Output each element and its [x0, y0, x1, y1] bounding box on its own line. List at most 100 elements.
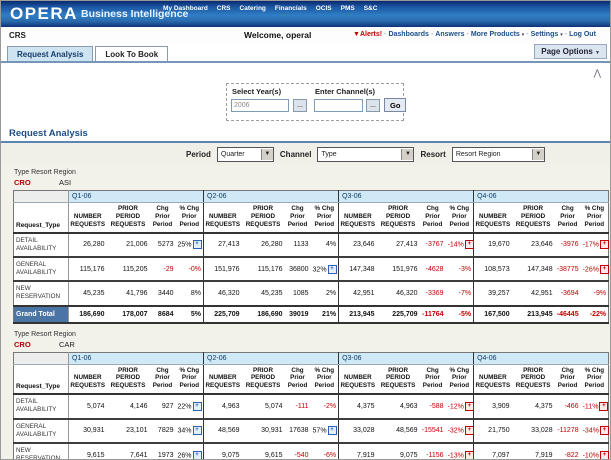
expand-plus-icon[interactable]: +: [600, 451, 609, 460]
expand-plus-icon[interactable]: +: [600, 240, 609, 249]
expand-plus-icon[interactable]: +: [465, 426, 474, 435]
channel-entry-label: Enter Channel(s): [315, 87, 375, 96]
header-link-settings[interactable]: Settings: [531, 31, 559, 38]
metric-value: -11%+: [581, 394, 609, 418]
measure-header: % Chg Prior Period: [581, 364, 609, 394]
grand-total-value: 213,945: [339, 306, 377, 323]
request-type-cell: GENERAL AVAILABILITY: [14, 257, 69, 281]
metric-value: -3767: [420, 233, 446, 257]
measure-header: NUMBER REQUESTS: [474, 364, 512, 394]
header-link-answers[interactable]: Answers: [435, 31, 464, 38]
expand-plus-icon[interactable]: +: [600, 426, 609, 435]
metric-value: 26%+: [176, 443, 204, 460]
header-link-log-out[interactable]: Log Out: [569, 31, 596, 38]
expand-plus-icon[interactable]: +: [193, 240, 202, 249]
expand-plus-icon[interactable]: +: [328, 265, 337, 274]
period-select-value: Quarter: [221, 151, 245, 158]
metric-value: -7%: [446, 281, 474, 305]
link-separator: -: [526, 31, 528, 38]
metric-value: 9,075: [377, 443, 420, 460]
expand-plus-icon[interactable]: +: [328, 426, 337, 435]
expand-plus-icon[interactable]: +: [600, 265, 609, 274]
metric-value: 9,075: [204, 443, 242, 460]
quarter-header: Q1-06: [69, 352, 204, 364]
quarter-header: Q1-06: [69, 191, 204, 203]
year-input[interactable]: [231, 99, 289, 112]
metric-value: 7,919: [339, 443, 377, 460]
expand-plus-icon[interactable]: +: [465, 240, 474, 249]
region-name: CAR: [59, 340, 75, 349]
metric-value: -29: [150, 257, 176, 281]
grand-total-value: 178,007: [107, 306, 150, 323]
metric-value: -17%+: [581, 233, 609, 257]
header-link-dashboards[interactable]: Dashboards: [388, 31, 428, 38]
resort-label: Resort: [420, 150, 445, 159]
grand-total-value: -22%: [581, 306, 609, 323]
expand-plus-icon[interactable]: +: [193, 426, 202, 435]
table-row: GENERAL AVAILABILITY30,93123,101782934%+…: [14, 419, 609, 443]
region-row: CROASI: [14, 178, 608, 187]
grand-total-value: -11764: [420, 306, 446, 323]
nav-item-catering[interactable]: Catering: [240, 5, 266, 12]
measure-header: % Chg Prior Period: [176, 203, 204, 233]
metric-value: 4,963: [204, 394, 242, 418]
metric-value: -3%: [446, 257, 474, 281]
filter-panel: Select Year(s) ... Enter Channel(s) ... …: [226, 83, 404, 121]
go-button[interactable]: Go: [384, 98, 406, 112]
channel-picker-button[interactable]: ...: [366, 99, 380, 112]
metric-value: -6%: [311, 443, 339, 460]
expand-plus-icon[interactable]: +: [193, 402, 202, 411]
expand-plus-icon[interactable]: +: [193, 451, 202, 460]
header-link-alerts-[interactable]: Alerts!: [360, 31, 382, 38]
collapse-section-icon[interactable]: ⋀: [594, 69, 601, 77]
metric-value: 9,615: [242, 443, 285, 460]
nav-item-ocis[interactable]: OCIS: [316, 5, 332, 12]
metric-value: 7,097: [474, 443, 512, 460]
page-title: Request Analysis: [9, 128, 88, 139]
nav-item-crs[interactable]: CRS: [217, 5, 231, 12]
metric-value: 45,235: [69, 281, 107, 305]
channel-label: Channel: [280, 150, 312, 159]
metric-value: -11278: [555, 419, 581, 443]
expand-plus-icon[interactable]: +: [465, 402, 474, 411]
nav-item-my-dashboard[interactable]: My Dashboard: [163, 5, 208, 12]
measure-header: % Chg Prior Period: [446, 203, 474, 233]
metric-value: -2%: [311, 394, 339, 418]
metric-value: -111: [285, 394, 311, 418]
metric-value: 27,413: [377, 233, 420, 257]
measure-header: Chg Prior Period: [150, 364, 176, 394]
year-picker-button[interactable]: ...: [293, 99, 307, 112]
measure-header: Chg Prior Period: [285, 203, 311, 233]
metric-value: 21,006: [107, 233, 150, 257]
metric-value: 45,235: [242, 281, 285, 305]
expand-plus-icon[interactable]: +: [599, 402, 608, 411]
metric-value: 151,976: [204, 257, 242, 281]
nav-item-s-c[interactable]: S&C: [364, 5, 378, 12]
metric-value: 22%+: [176, 394, 204, 418]
metric-value: -3976: [555, 233, 581, 257]
report-area: Type Resort RegionCROASIQ1-06Q2-06Q3-06Q…: [13, 167, 608, 460]
period-select[interactable]: Quarter ▼: [217, 147, 274, 162]
nav-item-financials[interactable]: Financials: [275, 5, 307, 12]
breadcrumb-section: CRS: [9, 31, 26, 40]
link-separator: -: [466, 31, 468, 38]
metric-value: 32%+: [311, 257, 339, 281]
resort-select[interactable]: Resort Region ▼: [452, 147, 545, 162]
metric-value: 46,320: [204, 281, 242, 305]
metric-value: 19,670: [474, 233, 512, 257]
expand-plus-icon[interactable]: +: [465, 451, 474, 460]
region-type-label: Type Resort Region: [14, 169, 608, 176]
metric-value: 1133: [285, 233, 311, 257]
metric-value: 26,280: [242, 233, 285, 257]
measure-header: % Chg Prior Period: [311, 364, 339, 394]
measure-header: PRIOR PERIOD REQUESTS: [512, 364, 555, 394]
header-link-more-products[interactable]: More Products: [471, 31, 520, 38]
measure-header: PRIOR PERIOD REQUESTS: [377, 364, 420, 394]
channel-select[interactable]: Type ▼: [317, 147, 414, 162]
measure-header: Chg Prior Period: [555, 203, 581, 233]
nav-item-pms[interactable]: PMS: [341, 5, 355, 12]
measure-header: NUMBER REQUESTS: [69, 364, 107, 394]
page-options-button[interactable]: Page Options ▼: [534, 44, 607, 59]
channel-input[interactable]: [314, 99, 363, 112]
request-type-cell: GENERAL AVAILABILITY: [14, 419, 69, 443]
